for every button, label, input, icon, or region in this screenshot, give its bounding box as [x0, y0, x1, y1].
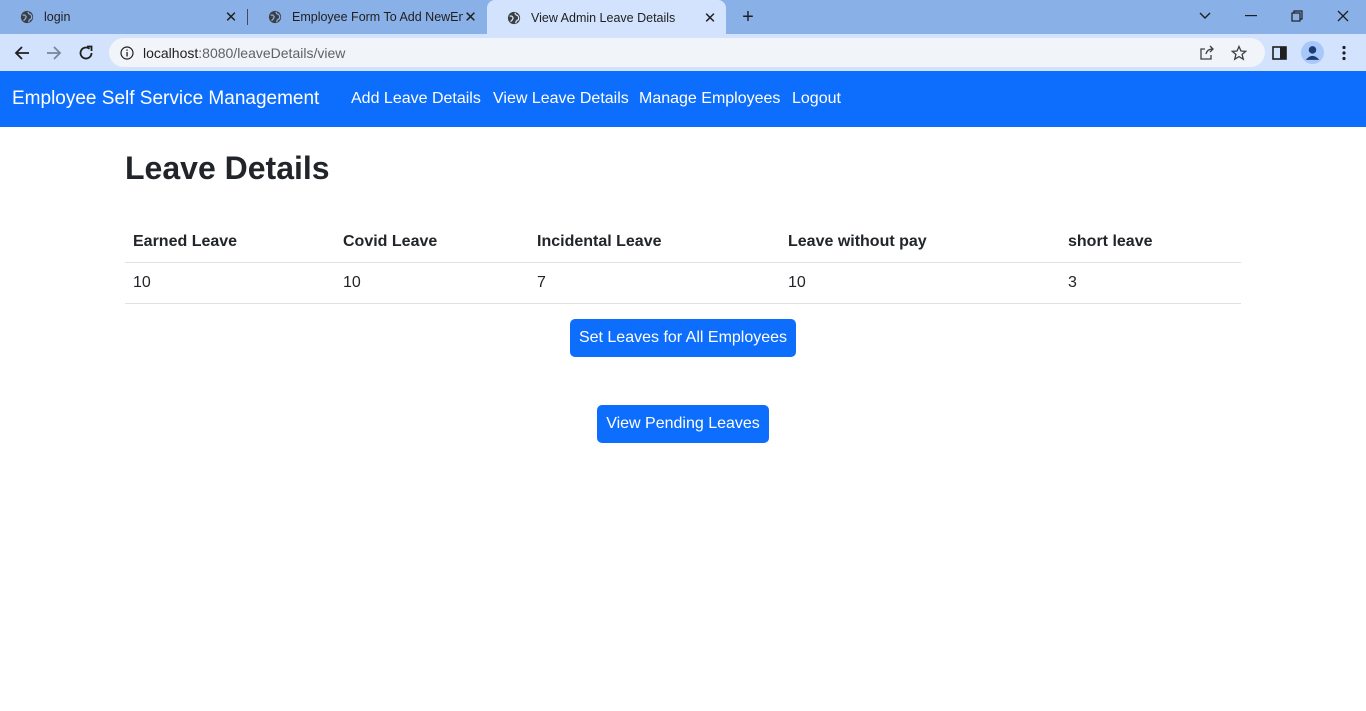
cell-covid-leave: 10 [335, 262, 529, 304]
cell-short-leave: 3 [1060, 262, 1241, 304]
header-incidental-leave: Incidental Leave [529, 222, 780, 263]
navbar-brand[interactable]: Employee Self Service Management [12, 88, 319, 110]
browser-toolbar: localhost:8080/leaveDetails/view [0, 34, 1366, 71]
tab-title: login [44, 10, 71, 24]
nav-manage-employees[interactable]: Manage Employees [639, 90, 780, 108]
header-earned-leave: Earned Leave [125, 222, 335, 263]
close-tab-icon[interactable]: ✕ [702, 10, 718, 27]
browser-tab-employee-form[interactable]: Employee Form To Add NewEmp ✕ [248, 0, 486, 34]
reload-icon[interactable] [75, 42, 97, 64]
minimize-icon[interactable] [1238, 4, 1264, 28]
header-leave-without-pay: Leave without pay [780, 222, 1060, 263]
profile-avatar-icon[interactable] [1301, 41, 1324, 64]
nav-view-leave-details[interactable]: View Leave Details [493, 90, 629, 108]
leave-details-table: Earned Leave Covid Leave Incidental Leav… [125, 222, 1241, 304]
nav-logout[interactable]: Logout [792, 90, 841, 108]
set-leaves-for-all-employees-button[interactable]: Set Leaves for All Employees [570, 319, 796, 357]
table-row: 10 10 7 10 3 [125, 262, 1241, 304]
forward-arrow-icon[interactable] [43, 42, 65, 64]
close-tab-icon[interactable]: ✕ [463, 9, 478, 26]
cell-leave-without-pay: 10 [780, 262, 1060, 304]
side-panel-icon[interactable] [1271, 44, 1289, 62]
cell-earned-leave: 10 [125, 262, 335, 304]
kebab-menu-icon[interactable] [1335, 44, 1353, 62]
restore-icon[interactable] [1284, 4, 1310, 28]
close-tab-icon[interactable]: ✕ [223, 9, 239, 26]
bookmark-star-icon[interactable] [1231, 45, 1247, 61]
browser-tab-view-admin-leave-details[interactable]: View Admin Leave Details ✕ [487, 0, 726, 36]
close-window-icon[interactable] [1330, 4, 1356, 28]
browser-tab-strip: login ✕ Employee Form To Add NewEmp ✕ Vi… [0, 0, 1366, 36]
header-covid-leave: Covid Leave [335, 222, 529, 263]
url-text: localhost:8080/leaveDetails/view [143, 45, 345, 61]
back-arrow-icon[interactable] [11, 42, 33, 64]
globe-icon [20, 10, 34, 24]
tab-title: Employee Form To Add NewEmp [292, 10, 464, 24]
new-tab-plus-icon[interactable]: + [738, 7, 758, 27]
browser-tab-login[interactable]: login ✕ [0, 0, 247, 34]
globe-icon [507, 11, 521, 25]
address-bar[interactable]: localhost:8080/leaveDetails/view [109, 38, 1265, 67]
globe-icon [268, 10, 282, 24]
app-navbar: Employee Self Service Management Add Lea… [0, 71, 1366, 127]
site-info-icon[interactable] [120, 45, 134, 60]
url-host: localhost [143, 44, 199, 61]
url-path: :8080/leaveDetails/view [198, 44, 346, 61]
cell-incidental-leave: 7 [529, 262, 780, 304]
share-icon[interactable] [1199, 45, 1215, 61]
tab-search-chevron-icon[interactable] [1192, 4, 1218, 28]
tab-title: View Admin Leave Details [531, 11, 676, 25]
page-title: Leave Details [125, 150, 330, 186]
table-header-row: Earned Leave Covid Leave Incidental Leav… [125, 222, 1241, 263]
nav-add-leave-details[interactable]: Add Leave Details [351, 90, 481, 108]
view-pending-leaves-button[interactable]: View Pending Leaves [597, 405, 769, 443]
header-short-leave: short leave [1060, 222, 1241, 263]
